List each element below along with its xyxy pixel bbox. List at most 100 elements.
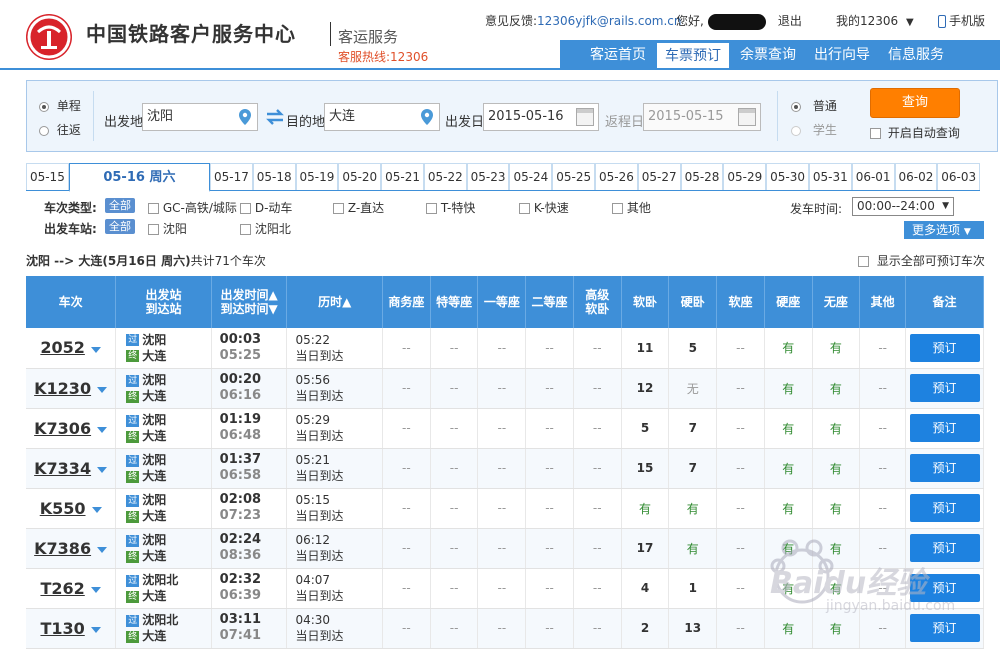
book-button[interactable]: 预订 (909, 614, 980, 642)
header-arr-time[interactable]: 到达时间▼ (220, 302, 277, 316)
checkbox[interactable] (333, 203, 344, 214)
chevron-down-icon[interactable] (91, 507, 102, 513)
book-button[interactable]: 预订 (909, 454, 980, 482)
date-tab[interactable]: 05-25 (552, 163, 596, 190)
date-tab[interactable]: 05-15 (26, 163, 69, 190)
auto-query-option[interactable]: 开启自动查询 (870, 124, 960, 141)
book-button[interactable]: 预订 (909, 534, 980, 562)
date-tab[interactable]: 05-27 (637, 163, 681, 190)
checkbox[interactable] (426, 203, 437, 214)
checkbox[interactable] (240, 203, 251, 214)
return-date-input[interactable]: 2015-05-15 (643, 103, 761, 131)
show-all-option[interactable]: 显示全部可预订车次 (858, 252, 985, 269)
book-button[interactable]: 预订 (909, 374, 980, 402)
filter-z[interactable]: Z-直达 (333, 199, 384, 216)
checkbox[interactable] (240, 224, 251, 235)
calendar-icon[interactable] (738, 108, 756, 126)
nav-remaining-tickets[interactable]: 余票查询 (732, 42, 804, 68)
chevron-down-icon[interactable] (90, 346, 101, 353)
train-number-link[interactable]: K1230 (34, 379, 91, 398)
train-cell[interactable]: T130 (26, 608, 117, 649)
query-button[interactable]: 查询 (870, 88, 960, 118)
mobile-link[interactable]: 手机版 (938, 12, 985, 29)
date-tab[interactable]: 06-02 (894, 163, 938, 190)
normal-radio[interactable] (791, 101, 801, 112)
trip-round-option[interactable]: 往返 (39, 121, 81, 138)
filter-k[interactable]: K-快速 (519, 199, 569, 216)
header-duration[interactable]: 历时▲ (286, 276, 384, 328)
nav-travel-guide[interactable]: 出行向导 (806, 42, 878, 68)
date-tab-active[interactable]: 05-16 周六 (68, 163, 211, 192)
filter-station-shenyangbei[interactable]: 沈阳北 (240, 220, 291, 237)
chevron-down-icon[interactable] (97, 467, 108, 473)
header-times[interactable]: 出发时间▲ 到达时间▼ (211, 276, 288, 328)
date-tab[interactable]: 05-31 (808, 163, 852, 190)
date-tab[interactable]: 05-26 (595, 163, 638, 190)
date-tab[interactable]: 05-24 (509, 163, 553, 190)
student-radio[interactable] (791, 125, 801, 136)
nav-info-service[interactable]: 信息服务 (880, 42, 952, 68)
date-tab[interactable]: 05-17 (210, 163, 253, 190)
roundtrip-radio[interactable] (39, 125, 49, 136)
train-cell[interactable]: T262 (26, 568, 117, 609)
chevron-down-icon[interactable] (97, 387, 108, 393)
train-number-link[interactable]: K7306 (34, 419, 91, 438)
logout-link[interactable]: 退出 (778, 14, 802, 28)
checkbox[interactable] (519, 203, 530, 214)
filter-d[interactable]: D-动车 (240, 199, 292, 216)
checkbox[interactable] (148, 203, 159, 214)
date-tab[interactable]: 06-03 (937, 163, 981, 190)
railway-logo-icon[interactable] (26, 14, 72, 60)
depart-date-input[interactable]: 2015-05-16 (483, 103, 599, 131)
date-tab[interactable]: 05-22 (423, 163, 467, 190)
date-tab[interactable]: 05-30 (766, 163, 809, 190)
nav-home[interactable]: 客运首页 (582, 42, 654, 68)
train-number-link[interactable]: T262 (40, 579, 84, 598)
date-tab[interactable]: 05-20 (338, 163, 382, 190)
date-tab[interactable]: 05-23 (466, 163, 510, 190)
book-button[interactable]: 预订 (909, 574, 980, 602)
filter-station-shenyang[interactable]: 沈阳 (148, 220, 187, 237)
date-tab[interactable]: 06-01 (851, 163, 895, 190)
my12306-menu[interactable]: 我的12306 ▼ (836, 12, 914, 29)
train-number-link[interactable]: K550 (40, 499, 86, 518)
swap-icon[interactable] (265, 109, 285, 125)
chevron-down-icon[interactable] (90, 587, 101, 593)
to-station-input[interactable]: 大连 (324, 103, 440, 131)
train-cell[interactable]: K7386 (26, 528, 117, 569)
train-cell[interactable]: 2052 (26, 328, 117, 369)
filter-other[interactable]: 其他 (612, 199, 651, 216)
date-tab[interactable]: 05-29 (723, 163, 767, 190)
train-number-link[interactable]: T130 (40, 619, 84, 638)
from-station-input[interactable]: 沈阳 (142, 103, 258, 131)
chevron-down-icon[interactable] (97, 547, 108, 553)
auto-query-checkbox[interactable] (870, 128, 881, 139)
station-all-button[interactable]: 全部 (105, 219, 135, 234)
train-cell[interactable]: K7306 (26, 408, 117, 449)
train-number-link[interactable]: 2052 (40, 338, 85, 357)
trip-oneway-option[interactable]: 单程 (39, 97, 81, 114)
header-dep-time[interactable]: 出发时间▲ (220, 288, 277, 302)
feedback-email-link[interactable]: 12306yjfk@rails.com.cn (537, 14, 681, 28)
chevron-down-icon[interactable] (97, 427, 108, 433)
train-number-link[interactable]: K7386 (34, 539, 91, 558)
book-button[interactable]: 预订 (909, 414, 980, 442)
date-tab[interactable]: 05-21 (381, 163, 424, 190)
depart-time-select[interactable]: 00:00--24:00 ▼ (852, 197, 954, 216)
date-tab[interactable]: 05-18 (252, 163, 296, 190)
ticket-student-option[interactable]: 学生 (791, 121, 837, 138)
train-cell[interactable]: K550 (26, 488, 117, 529)
filter-gc[interactable]: GC-高铁/城际 (148, 199, 237, 216)
train-number-link[interactable]: K7334 (34, 459, 91, 478)
oneway-radio[interactable] (39, 101, 49, 112)
chevron-down-icon[interactable] (90, 627, 101, 633)
ticket-normal-option[interactable]: 普通 (791, 97, 837, 114)
more-options-button[interactable]: 更多选项 ▼ (904, 221, 984, 239)
type-all-button[interactable]: 全部 (105, 198, 135, 213)
train-cell[interactable]: K1230 (26, 368, 117, 409)
show-all-checkbox[interactable] (858, 256, 869, 267)
nav-ticket-booking[interactable]: 车票预订 (656, 42, 730, 68)
date-tab[interactable]: 05-19 (295, 163, 339, 190)
checkbox[interactable] (612, 203, 623, 214)
checkbox[interactable] (148, 224, 159, 235)
